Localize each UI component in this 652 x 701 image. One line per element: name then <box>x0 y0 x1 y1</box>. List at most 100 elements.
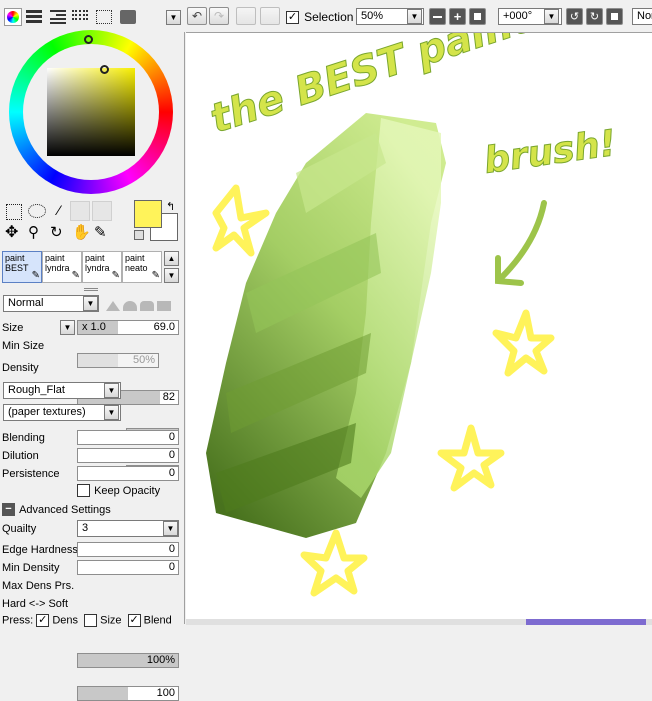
canvas-scrollbar[interactable] <box>186 619 652 625</box>
brush-list: paint BEST ✎ paint lyndra ✎ paint lyndra… <box>2 251 162 285</box>
min-size-label: Min Size <box>2 340 45 352</box>
min-density-slider[interactable]: 0 <box>77 560 179 575</box>
color-mixer-icon[interactable] <box>120 10 136 24</box>
rotate-view-icon[interactable]: ↻ <box>50 224 63 242</box>
brush-name-line1: paint <box>125 253 145 263</box>
shape-preset-icon[interactable] <box>123 301 137 311</box>
shape-preset-icon[interactable] <box>106 301 120 311</box>
swap-colors-icon[interactable]: ↰ <box>166 200 175 213</box>
invert-selection-icon[interactable] <box>260 7 280 25</box>
blend-mode-value: Nor <box>637 10 652 22</box>
rotate-right-icon[interactable]: ↻ <box>586 8 603 25</box>
sv-marker[interactable] <box>100 65 109 74</box>
size-label: Size <box>2 322 24 334</box>
press-blend-checkbox[interactable]: ✓ <box>127 614 141 627</box>
rotate-left-icon[interactable]: ↺ <box>566 8 583 25</box>
advanced-settings-header[interactable]: − Advanced Settings <box>2 503 111 516</box>
scratchpad-icon[interactable] <box>96 10 112 24</box>
transparent-color-icon[interactable] <box>134 230 144 240</box>
rgb-sliders-icon[interactable] <box>26 10 42 24</box>
shape-texture-dropdown-icon[interactable]: ▼ <box>104 383 119 398</box>
brush-scroll-up-icon[interactable]: ▲ <box>164 251 179 266</box>
primary-color-swatch[interactable] <box>134 200 162 228</box>
zoom-value: 50% <box>361 10 384 22</box>
blend-mode-select[interactable]: Nor <box>632 8 652 25</box>
redo-icon[interactable]: ↷ <box>209 7 229 25</box>
blending-label: Blending <box>2 432 45 444</box>
move-icon[interactable]: ✥ <box>5 224 18 242</box>
canvas[interactable]: the BEST paint brush! <box>186 0 652 625</box>
shape-texture-value: Rough_Flat <box>8 384 65 396</box>
undo-icon[interactable]: ↶ <box>187 7 207 25</box>
keep-opacity-checkbox[interactable] <box>77 484 90 497</box>
press-size-checkbox[interactable] <box>84 614 98 627</box>
keep-opacity-toggle[interactable]: Keep Opacity <box>77 484 160 497</box>
selection-label: Selection <box>304 10 354 24</box>
selection-toggle[interactable]: ✓ Selection <box>286 10 353 24</box>
press-size-label: Size <box>100 614 122 627</box>
brush-tile-paint-lyndra-1[interactable]: paint lyndra ✎ <box>42 251 82 283</box>
rect-select-icon[interactable] <box>6 204 22 220</box>
collapse-icon[interactable]: − <box>2 503 15 516</box>
min-size-value: 50% <box>132 354 155 366</box>
rotation-dropdown-icon[interactable]: ▼ <box>544 9 559 24</box>
color-swatches-icon[interactable] <box>72 10 88 24</box>
min-size-fill <box>78 354 118 367</box>
zoom-out-icon[interactable] <box>429 8 446 25</box>
scrollbar-thumb[interactable] <box>526 619 646 625</box>
hard-soft-slider[interactable]: 100 <box>77 686 179 701</box>
color-wheel-mode-icon[interactable] <box>4 8 22 26</box>
brush-tile-paint-neato[interactable]: paint neato ✎ <box>122 251 162 283</box>
brush-tile-paint-best[interactable]: paint BEST ✎ <box>2 251 42 283</box>
brush-shape-presets <box>106 297 178 311</box>
star-4 <box>300 529 368 597</box>
edge-hardness-slider[interactable]: 0 <box>77 542 179 557</box>
magic-wand-icon[interactable]: ⁄ <box>50 202 68 220</box>
brush-icon: ✎ <box>31 270 40 281</box>
zoom-dropdown-icon[interactable]: ▼ <box>407 9 422 24</box>
max-dens-slider[interactable]: 100% <box>77 653 179 668</box>
lasso-icon[interactable] <box>28 204 46 218</box>
size-slider[interactable]: x 1.0 69.0 <box>77 320 179 335</box>
selection-checkbox[interactable]: ✓ <box>286 10 299 24</box>
brush-icon: ✎ <box>111 270 120 281</box>
hsv-sliders-icon[interactable] <box>50 10 66 24</box>
dilution-slider[interactable]: 0 <box>77 448 179 463</box>
max-dens-label: Max Dens Prs. <box>2 580 75 592</box>
rotation-reset-icon[interactable] <box>606 8 623 25</box>
zoom-icon[interactable]: ⚲ <box>28 224 39 242</box>
brush-blend-value: Normal <box>8 297 44 309</box>
persistence-slider[interactable]: 0 <box>77 466 179 481</box>
press-dens-label: Dens <box>52 614 78 627</box>
tool-slot-empty[interactable] <box>92 201 112 221</box>
canvas-artwork: the BEST paint brush! <box>204 0 619 597</box>
quality-dropdown-icon[interactable]: ▼ <box>163 521 178 536</box>
zoom-in-icon[interactable]: + <box>449 8 466 25</box>
brush-scroll-down-icon[interactable]: ▼ <box>164 268 179 283</box>
panel-grip[interactable] <box>84 288 98 291</box>
size-dropdown-icon[interactable]: ▼ <box>60 320 75 335</box>
brush-tile-paint-lyndra-2[interactable]: paint lyndra ✎ <box>82 251 122 283</box>
tool-slot-empty[interactable] <box>70 201 90 221</box>
deselect-icon[interactable] <box>236 7 256 25</box>
shape-preset-icon[interactable] <box>157 301 171 311</box>
hand-icon[interactable]: ✋ <box>72 224 91 242</box>
min-size-slider[interactable]: 50% <box>77 353 159 368</box>
hard-soft-value: 100 <box>156 687 175 699</box>
saturation-value-square[interactable] <box>47 68 135 156</box>
paper-texture-value: (paper textures) <box>8 406 86 418</box>
hue-marker[interactable] <box>84 35 93 44</box>
eyedropper-icon[interactable]: ✎ <box>94 224 107 242</box>
green-brush-strokes <box>206 113 446 538</box>
zoom-reset-icon[interactable] <box>469 8 486 25</box>
hard-soft-label: Hard <-> Soft <box>2 598 69 610</box>
shape-preset-icon[interactable] <box>140 301 154 311</box>
paper-texture-dropdown-icon[interactable]: ▼ <box>104 405 119 420</box>
blending-slider[interactable]: 0 <box>77 430 179 445</box>
menu-dropdown-button[interactable]: ▼ <box>166 10 181 25</box>
press-dens-checkbox[interactable]: ✓ <box>36 614 50 627</box>
brush-blend-dropdown-icon[interactable]: ▼ <box>83 296 98 311</box>
size-multiplier: x 1.0 <box>82 321 106 333</box>
arrow-doodle <box>495 200 547 286</box>
quality-value: 3 <box>82 522 89 534</box>
